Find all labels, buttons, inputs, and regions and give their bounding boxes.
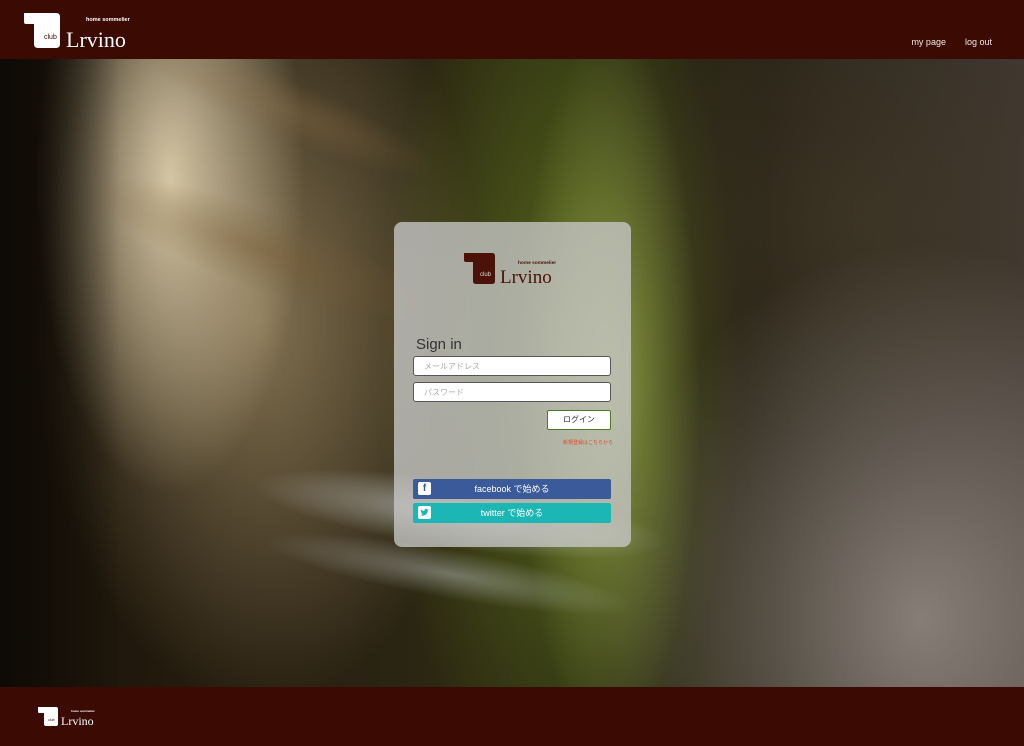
signin-card: club home sommelier Lrvino Sign in ログイン …	[394, 222, 631, 547]
twitter-icon	[418, 506, 431, 519]
login-button[interactable]: ログイン	[547, 410, 611, 430]
footer-logo-club-text: club	[48, 718, 55, 722]
club-lrvino-logo-card: club home sommelier Lrvino	[464, 253, 556, 286]
password-input[interactable]	[413, 382, 611, 402]
signin-heading: Sign in	[416, 336, 462, 353]
header-nav: my page log out	[911, 37, 992, 47]
footer-logo-wordmark: Lrvino	[61, 714, 94, 728]
card-logo-tagline: home sommelier	[518, 260, 556, 266]
logo-wordmark: Lrvino	[66, 27, 126, 50]
site-footer: club home sommelier Lrvino	[0, 687, 1024, 746]
facebook-login-button[interactable]: f facebook で始める	[413, 479, 611, 499]
card-logo-wordmark: Lrvino	[500, 267, 552, 286]
club-lrvino-logo-footer: club home sommelier Lrvino	[38, 707, 96, 728]
my-page-link[interactable]: my page	[911, 37, 946, 47]
twitter-login-button[interactable]: twitter で始める	[413, 503, 611, 523]
footer-logo-tagline: home sommelier	[71, 709, 96, 713]
club-lrvino-logo[interactable]: club home sommelier Lrvino	[22, 12, 142, 50]
facebook-button-label: facebook で始める	[474, 484, 550, 494]
email-input[interactable]	[413, 356, 611, 376]
site-header: club home sommelier Lrvino my page log o…	[0, 0, 1024, 59]
logo-tagline: home sommelier	[86, 17, 131, 23]
logo-club-text: club	[44, 34, 57, 41]
register-link[interactable]: 新規登録はこちらから	[563, 439, 613, 446]
card-logo-club-text: club	[480, 272, 492, 278]
log-out-link[interactable]: log out	[965, 37, 992, 47]
facebook-icon: f	[418, 482, 431, 495]
twitter-button-label: twitter で始める	[480, 508, 544, 518]
